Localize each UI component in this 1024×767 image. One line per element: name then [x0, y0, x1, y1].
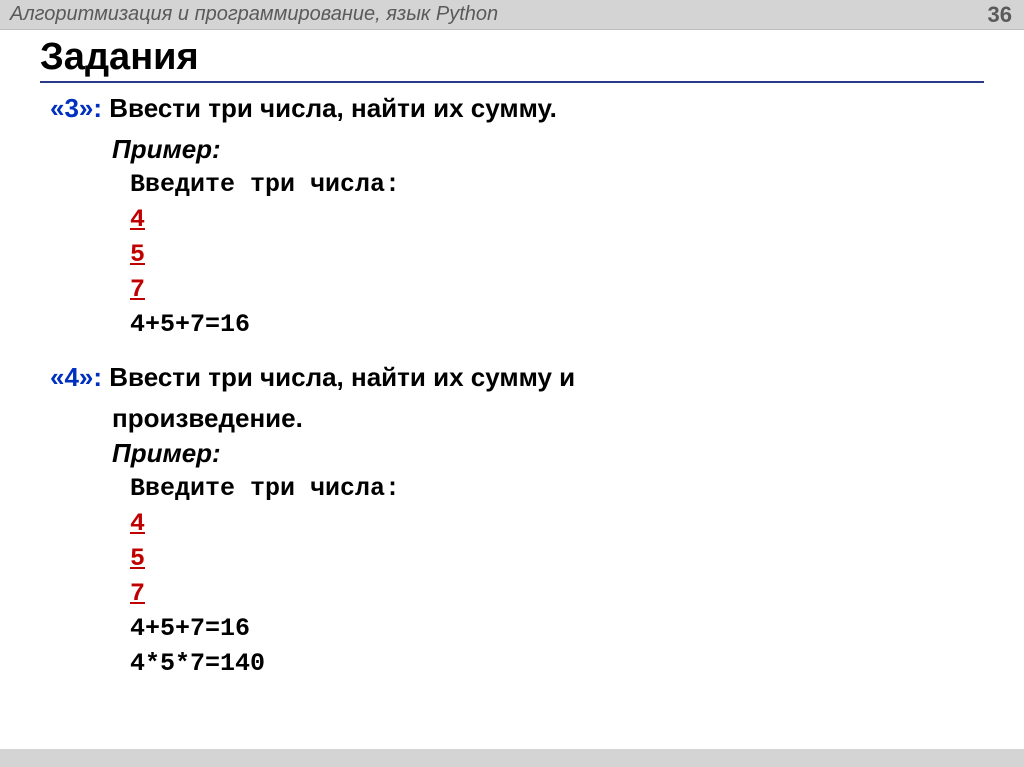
task-block: «4»: Ввести три числа, найти их сумму и — [40, 342, 984, 401]
task-block: «3»: Ввести три числа, найти их сумму. — [40, 85, 984, 132]
task-description-cont: произведение. — [112, 401, 984, 436]
header-title: Алгоритмизация и программирование, язык … — [10, 3, 498, 26]
code-input: 4 — [130, 202, 984, 237]
task-number: «3»: — [50, 93, 102, 123]
code-output: 4*5*7=140 — [130, 646, 984, 681]
header-bar: Алгоритмизация и программирование, язык … — [0, 0, 1024, 30]
task-number: «4»: — [50, 362, 102, 392]
slide-content: Задания «3»: Ввести три числа, найти их … — [0, 30, 1024, 681]
code-output: 4+5+7=16 — [130, 611, 984, 646]
code-input: 5 — [130, 541, 984, 576]
example-label: Пример: — [112, 132, 984, 167]
code-input: 4 — [130, 506, 984, 541]
footer-bar — [0, 749, 1024, 767]
code-prompt: Введите три числа: — [130, 167, 984, 202]
task-description-text: Ввести три числа, найти их сумму и — [109, 362, 575, 392]
page-number: 36 — [988, 2, 1012, 28]
page-title: Задания — [40, 36, 984, 83]
code-example: Введите три числа: 4 5 7 4+5+7=16 — [130, 167, 984, 342]
code-input: 5 — [130, 237, 984, 272]
code-example: Введите три числа: 4 5 7 4+5+7=16 4*5*7=… — [130, 471, 984, 681]
code-output: 4+5+7=16 — [130, 307, 984, 342]
code-prompt: Введите три числа: — [130, 471, 984, 506]
example-label: Пример: — [112, 436, 984, 471]
code-input: 7 — [130, 272, 984, 307]
task-description-text: Ввести три числа, найти их сумму. — [109, 93, 557, 123]
code-input: 7 — [130, 576, 984, 611]
